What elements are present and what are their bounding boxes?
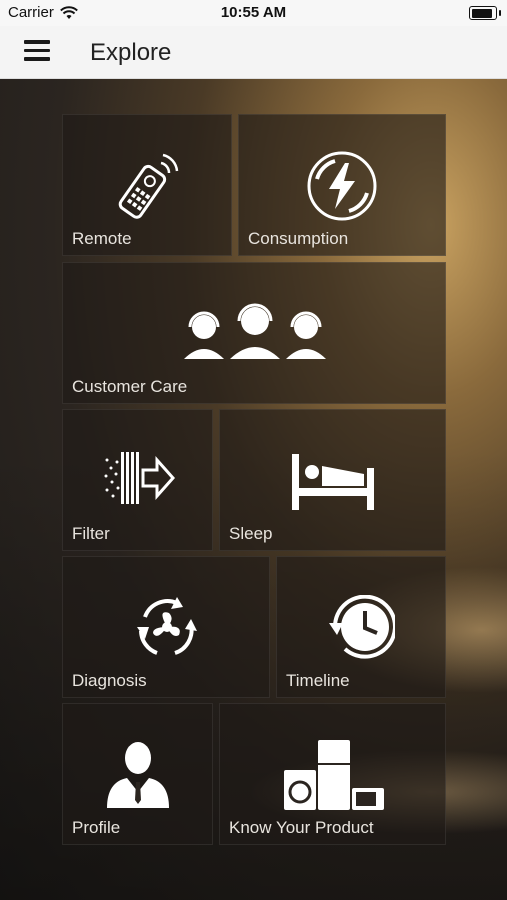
tile-customer-care[interactable]: Customer Care [62, 262, 446, 404]
energy-bolt-icon [307, 151, 377, 221]
page-title: Explore [90, 39, 172, 66]
tile-label: Profile [72, 818, 121, 837]
tile-sleep[interactable]: Sleep [219, 409, 446, 551]
history-clock-icon [329, 595, 395, 659]
user-profile-icon [107, 742, 169, 808]
tile-label: Diagnosis [72, 671, 147, 690]
remote-control-icon [118, 153, 179, 219]
tile-label: Remote [72, 229, 132, 248]
status-time: 10:55 AM [220, 4, 287, 21]
tile-profile[interactable]: Profile [62, 703, 213, 845]
battery-icon [469, 6, 501, 20]
appliances-icon [284, 740, 384, 810]
tile-label: Know Your Product [229, 818, 374, 837]
air-filter-icon [104, 452, 175, 504]
support-agents-icon [184, 303, 326, 359]
tile-diagnosis[interactable]: Diagnosis [62, 556, 270, 698]
bed-icon [292, 454, 374, 510]
tile-label: Customer Care [72, 377, 188, 396]
tile-label: Sleep [229, 524, 273, 543]
navigation-bar: Explore [0, 26, 507, 79]
tile-remote[interactable]: Remote [62, 114, 232, 256]
tile-label: Consumption [248, 229, 349, 248]
tile-filter[interactable]: Filter [62, 409, 213, 551]
tile-consumption[interactable]: Consumption [238, 114, 446, 256]
tile-timeline[interactable]: Timeline [276, 556, 446, 698]
status-bar: Carrier 10:55 AM [0, 0, 507, 26]
tile-label: Timeline [286, 671, 350, 690]
tile-label: Filter [72, 524, 110, 543]
tile-know-your-product[interactable]: Know Your Product [219, 703, 446, 845]
fan-cycle-icon [137, 597, 197, 655]
hamburger-menu-icon[interactable] [24, 40, 50, 62]
